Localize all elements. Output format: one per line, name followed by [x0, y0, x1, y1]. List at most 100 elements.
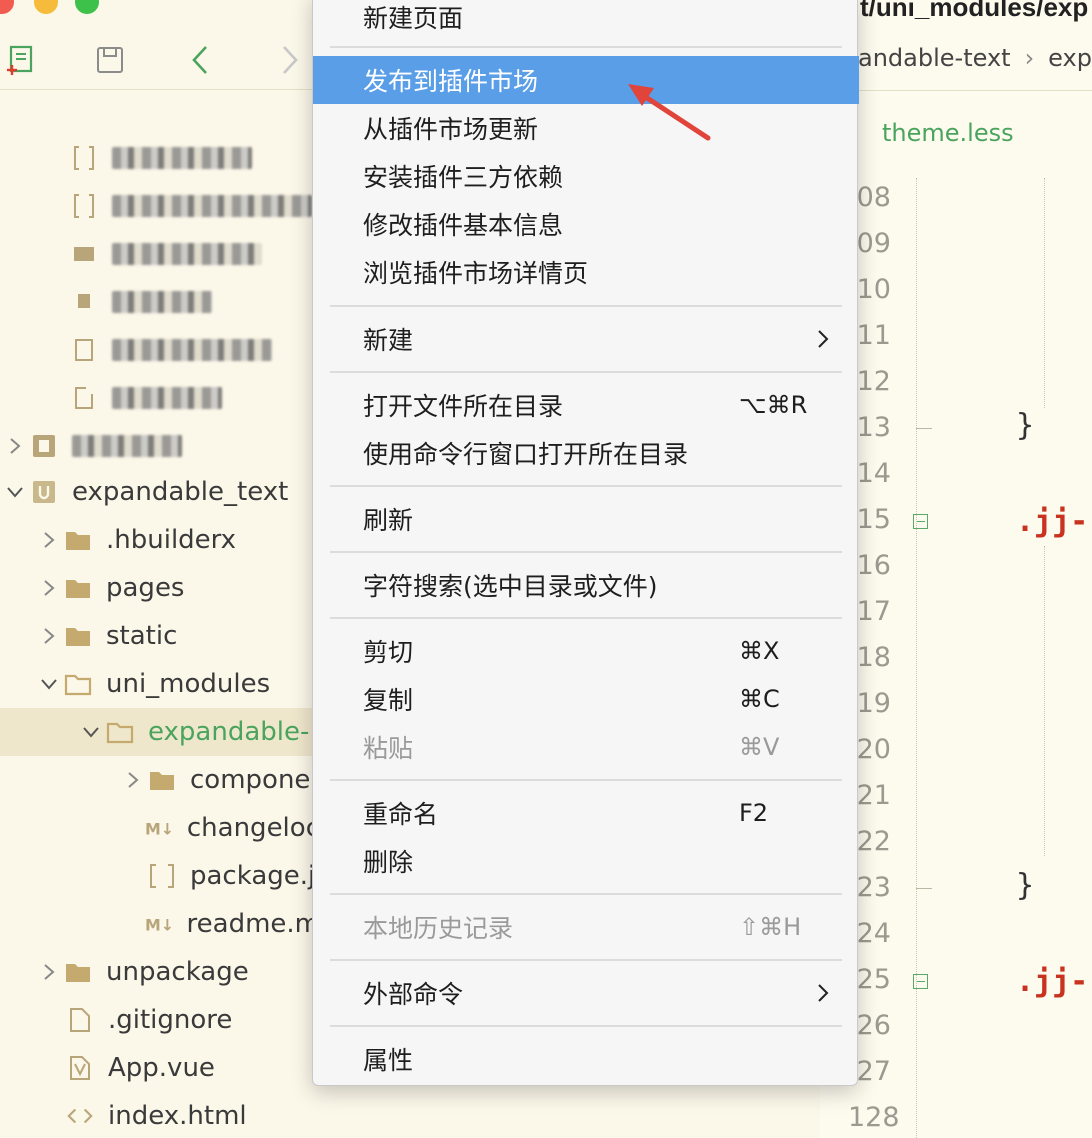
menu-item-cut[interactable]: 剪切 ⌘X — [313, 627, 859, 675]
tree-item-label: readme.m — [186, 909, 320, 939]
chevron-down-icon[interactable] — [34, 669, 64, 699]
tree-row-file[interactable]: App.vue — [0, 1044, 320, 1092]
menu-item-properties[interactable]: 属性 — [313, 1035, 859, 1083]
tree-row-file[interactable]: .gitignore — [0, 996, 320, 1044]
breadcrumb-separator-icon: › — [1024, 44, 1035, 72]
blurred-project-name — [72, 435, 182, 457]
file-icon — [70, 288, 98, 316]
menu-item-publish-to-plugin-market[interactable]: 发布到插件市场 — [313, 56, 859, 104]
menu-item-edit-plugin-info[interactable]: 修改插件基本信息 — [313, 200, 859, 248]
blurred-filename — [112, 339, 272, 361]
menu-separator — [330, 959, 842, 961]
menu-item-install-dependencies[interactable]: 安装插件三方依赖 — [313, 152, 859, 200]
menu-separator — [330, 893, 842, 895]
shortcut-label: ⌘X — [739, 637, 780, 665]
chevron-right-icon[interactable] — [118, 765, 148, 795]
menu-separator — [330, 485, 842, 487]
tree-row-folder[interactable]: unpackage — [0, 948, 320, 996]
chevron-right-icon[interactable] — [34, 621, 64, 651]
tab-theme-less[interactable]: theme.less — [882, 119, 1014, 147]
shortcut-label: ⌘C — [739, 685, 780, 713]
folder-icon — [64, 574, 92, 602]
tree-row-blurred[interactable] — [0, 134, 320, 182]
tree-item-label: pages — [106, 573, 185, 603]
new-file-icon[interactable] — [2, 42, 38, 78]
folder-icon — [64, 622, 92, 650]
divider — [0, 89, 320, 90]
svg-text:M↓: M↓ — [145, 916, 173, 935]
fold-toggle-icon[interactable] — [913, 514, 928, 529]
tree-row-file[interactable]: index.html — [0, 1092, 320, 1138]
breadcrumb-item[interactable]: andable-text — [858, 44, 1011, 72]
tree-item-label: uni_modules — [106, 669, 271, 699]
tree-row-folder[interactable]: .hbuilderx — [0, 516, 320, 564]
code-selector: .jj- — [1016, 964, 1089, 999]
indent-guide — [1044, 178, 1045, 408]
zoom-window-button[interactable] — [75, 0, 99, 14]
markdown-file-icon: M↓ — [145, 814, 173, 842]
blurred-filename — [112, 147, 252, 169]
tree-row-project-root[interactable]: expandable_text — [0, 468, 320, 516]
blurred-filename — [112, 387, 222, 409]
chevron-right-icon[interactable] — [34, 957, 64, 987]
menu-item-new[interactable]: 新建 — [313, 315, 859, 363]
menu-item-rename[interactable]: 重命名 F2 — [313, 789, 859, 837]
tree-row-folder[interactable]: pages — [0, 564, 320, 612]
chevron-right-icon[interactable] — [0, 431, 30, 461]
indent-guide — [1044, 546, 1045, 856]
tree-item-label: index.html — [108, 1101, 247, 1131]
breadcrumb-item[interactable]: exp — [1048, 44, 1092, 72]
tree-row-file[interactable]: M↓ readme.m — [0, 900, 320, 948]
chevron-right-icon[interactable] — [34, 525, 64, 555]
context-menu: 新建页面 发布到插件市场 从插件市场更新 安装插件三方依赖 修改插件基本信息 浏… — [312, 0, 859, 1086]
json-file-icon — [70, 144, 98, 172]
tree-row-blurred[interactable] — [0, 182, 320, 230]
menu-item-text-search[interactable]: 字符搜索(选中目录或文件) — [313, 561, 859, 609]
tree-row-file[interactable]: M↓ changeloc — [0, 804, 320, 852]
code-selector: .jj- — [1016, 504, 1089, 539]
html-file-icon — [66, 1102, 94, 1130]
menu-item-copy[interactable]: 复制 ⌘C — [313, 675, 859, 723]
tree-row-blurred[interactable] — [0, 326, 320, 374]
menu-item-delete[interactable]: 删除 — [313, 837, 859, 885]
code-editor: t/uni_modules/exp andable-text › exp theme… — [820, 0, 1092, 1138]
save-icon[interactable] — [92, 42, 128, 78]
menu-item-update-from-plugin-market[interactable]: 从插件市场更新 — [313, 104, 859, 152]
tree-row-blurred[interactable] — [0, 230, 320, 278]
json-file-icon — [148, 862, 176, 890]
folder-icon — [148, 766, 176, 794]
shortcut-label: ⌥⌘R — [739, 391, 808, 419]
menu-item-browse-plugin-page[interactable]: 浏览插件市场详情页 — [313, 248, 859, 296]
menu-separator — [330, 779, 842, 781]
menu-item-new-page[interactable]: 新建页面 — [313, 0, 859, 41]
chevron-right-icon[interactable] — [34, 573, 64, 603]
folder-open-icon — [106, 718, 134, 746]
tree-row-blurred-project[interactable] — [0, 422, 320, 470]
tree-row-blurred[interactable] — [0, 278, 320, 326]
tree-row-folder[interactable]: uni_modules — [0, 660, 320, 708]
editor-tabs: theme.less — [820, 90, 1092, 170]
close-window-button[interactable] — [0, 0, 14, 14]
file-icon — [66, 1006, 94, 1034]
tree-row-blurred[interactable] — [0, 374, 320, 422]
fold-toggle-icon[interactable] — [913, 974, 928, 989]
menu-item-open-in-terminal[interactable]: 使用命令行窗口打开所在目录 — [313, 429, 859, 477]
blurred-filename — [112, 291, 212, 313]
tree-row-folder-selected[interactable]: expandable- — [0, 708, 320, 756]
submenu-chevron-icon — [817, 315, 837, 363]
back-icon[interactable] — [182, 42, 218, 78]
forward-icon[interactable] — [272, 42, 308, 78]
tree-row-file[interactable]: package.j — [0, 852, 320, 900]
menu-item-refresh[interactable]: 刷新 — [313, 495, 859, 543]
tree-row-folder[interactable]: static — [0, 612, 320, 660]
menu-item-open-containing-folder[interactable]: 打开文件所在目录 ⌥⌘R — [313, 381, 859, 429]
chevron-down-icon[interactable] — [0, 477, 30, 507]
menu-item-external-commands[interactable]: 外部命令 — [313, 969, 859, 1017]
folder-icon — [64, 958, 92, 986]
markdown-file-icon: M↓ — [145, 910, 173, 938]
markdown-file-icon — [70, 240, 98, 268]
tree-row-folder[interactable]: compone — [0, 756, 320, 804]
menu-item-paste: 粘贴 ⌘V — [363, 733, 780, 763]
chevron-down-icon[interactable] — [76, 717, 106, 747]
minimize-window-button[interactable] — [34, 0, 58, 14]
